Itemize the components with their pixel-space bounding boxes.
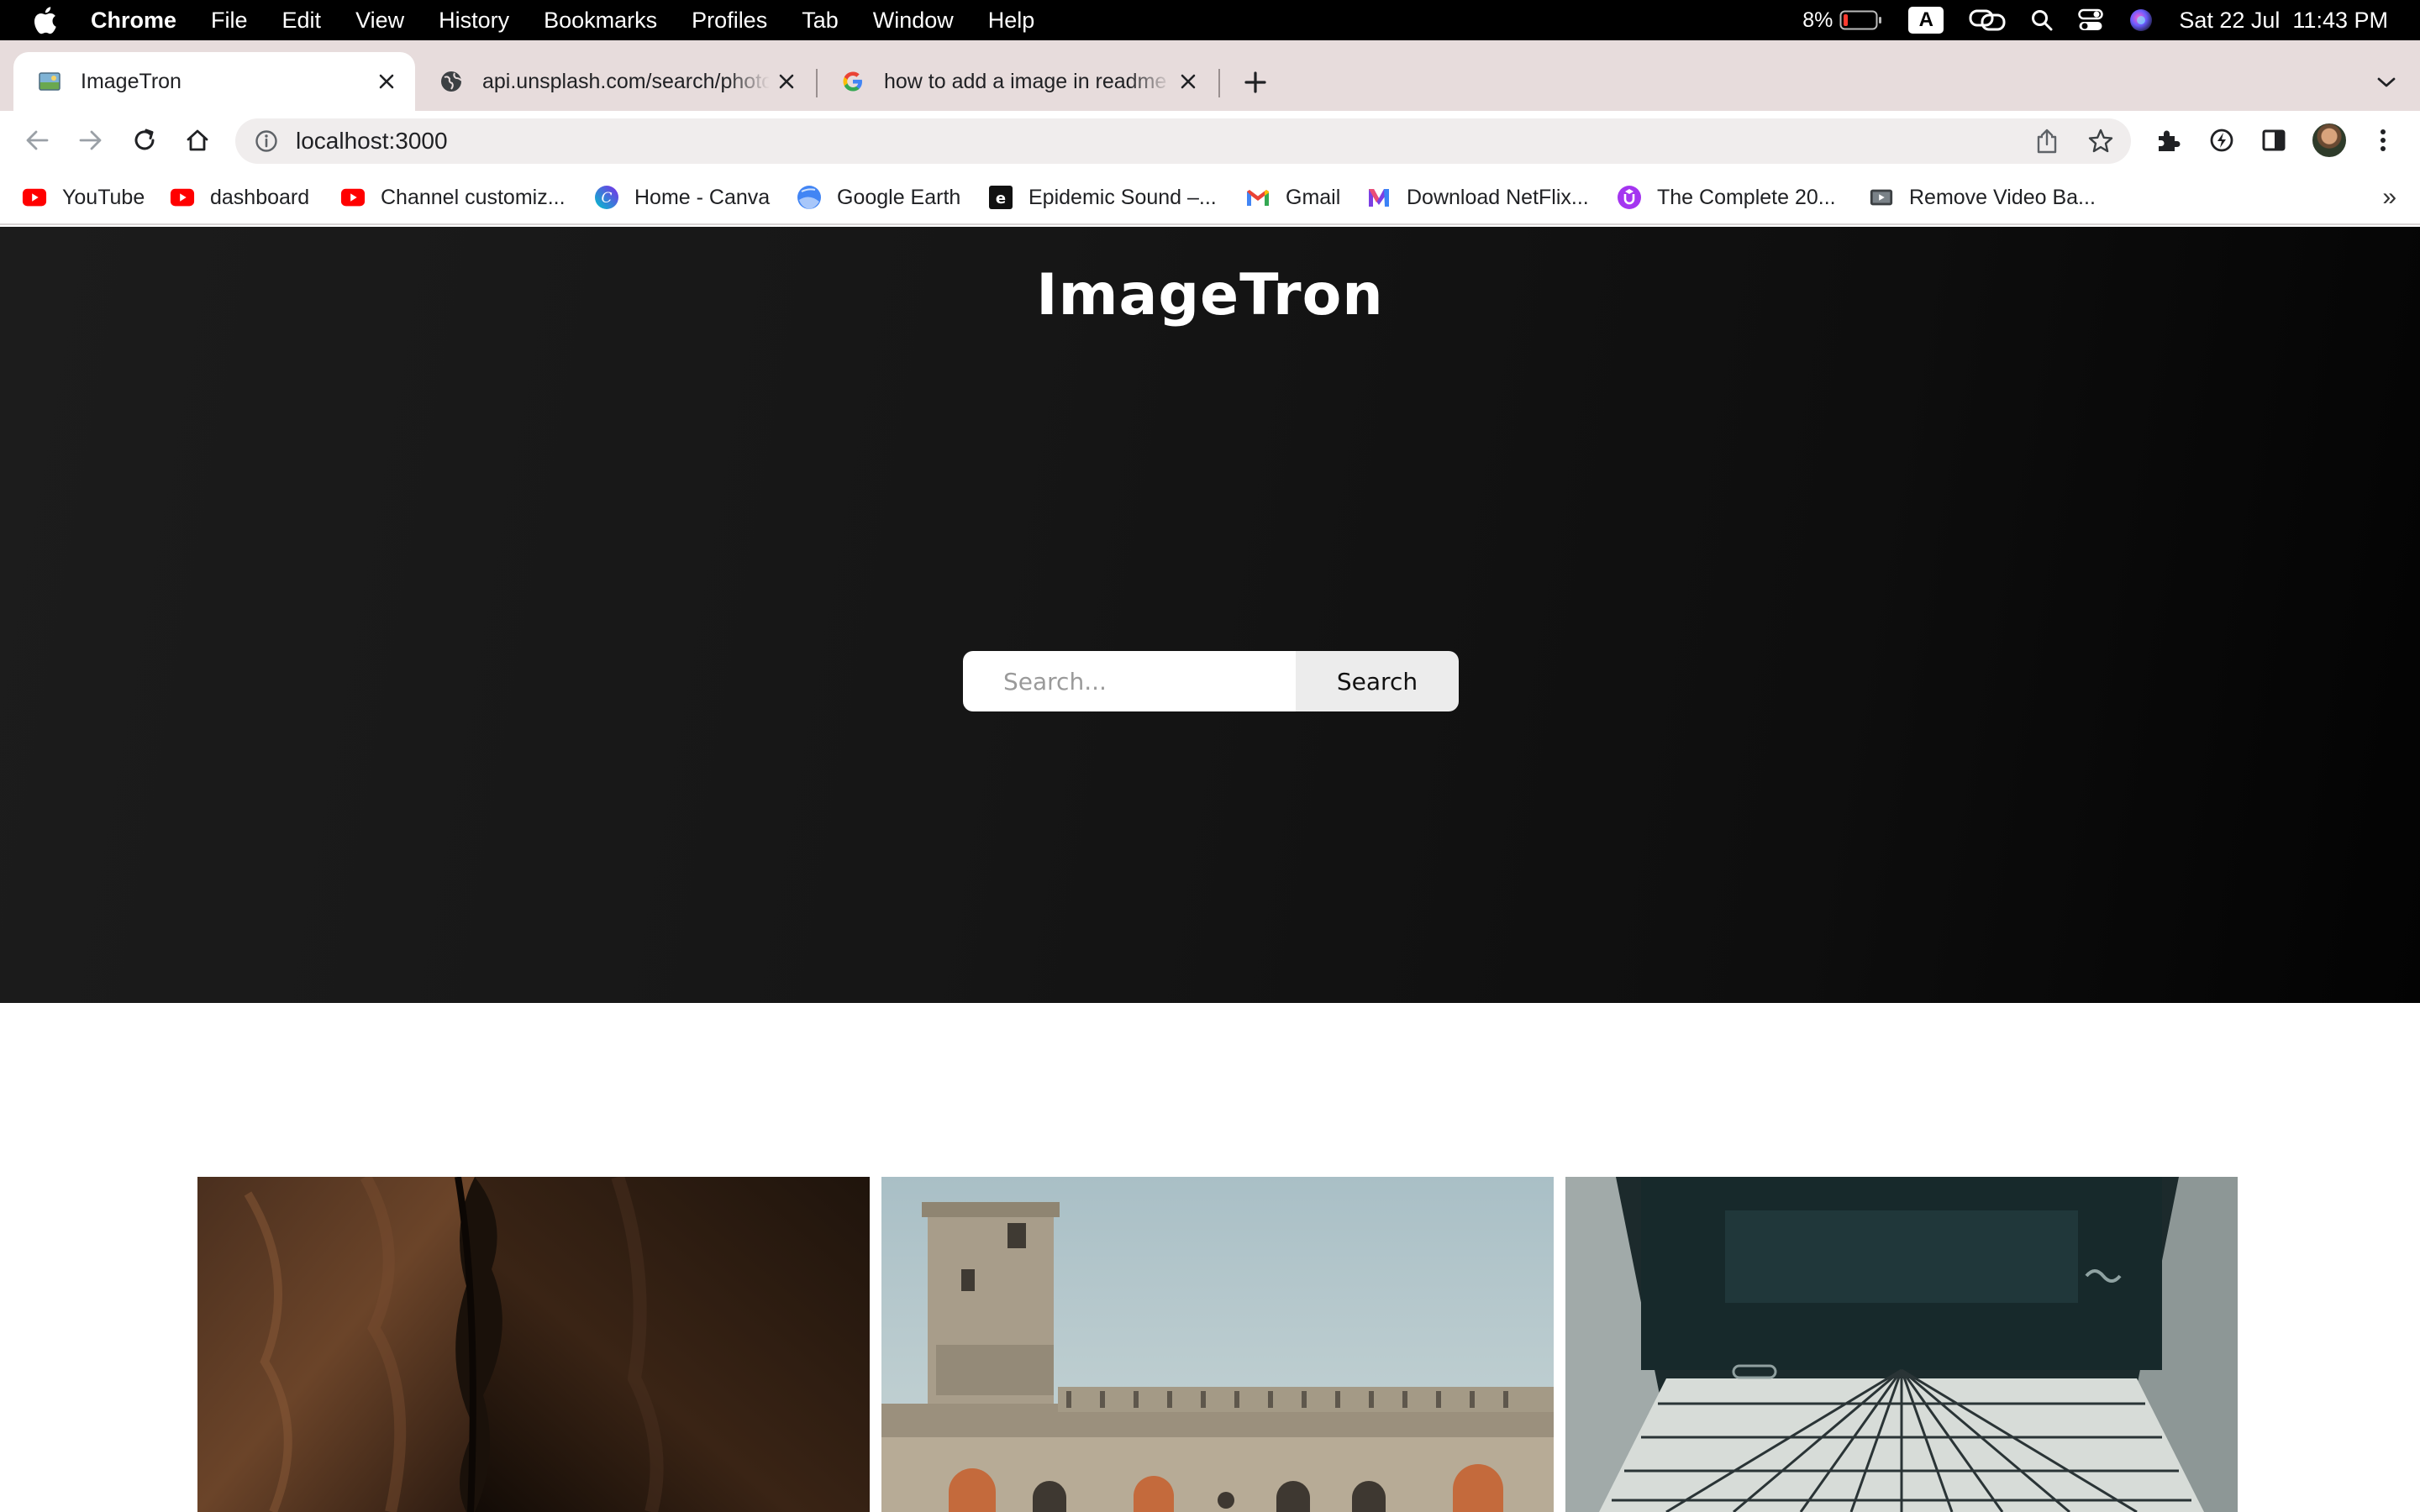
new-tab-plus-icon[interactable] bbox=[1239, 66, 1272, 99]
tab-close-icon[interactable] bbox=[1171, 65, 1205, 98]
side-panel-icon[interactable] bbox=[2257, 123, 2291, 157]
tab-unsplash-api[interactable]: api.unsplash.com/search/photos bbox=[415, 52, 815, 111]
bookmark-star-icon[interactable] bbox=[2086, 126, 2116, 156]
bookmarks-overflow-chevron-icon[interactable]: » bbox=[2382, 183, 2396, 212]
menu-file[interactable]: File bbox=[211, 8, 248, 34]
hero-section: ImageTron Search bbox=[0, 227, 2420, 1003]
share-icon[interactable] bbox=[2032, 126, 2062, 156]
menu-bar-status-area: 8% A Sat 22 Jul 11:43 PM bbox=[1802, 0, 2388, 40]
m-icon bbox=[1366, 185, 1392, 210]
search-form: Search bbox=[963, 651, 1459, 711]
tab-title: how to add a image in readme f bbox=[884, 69, 1171, 93]
bookmark-label: Download NetFlix... bbox=[1407, 185, 1589, 209]
bookmark-youtube[interactable]: YouTube bbox=[22, 183, 145, 212]
site-info-icon[interactable] bbox=[254, 129, 279, 154]
image-gallery bbox=[197, 1177, 2238, 1512]
menu-help[interactable]: Help bbox=[988, 8, 1035, 34]
bookmark-label: Home - Canva bbox=[634, 185, 771, 209]
video-icon bbox=[1869, 185, 1894, 210]
tab-google-search[interactable]: how to add a image in readme f bbox=[817, 52, 1217, 111]
browser-toolbar: localhost:3000 bbox=[0, 111, 2420, 170]
input-source-icon[interactable]: A bbox=[1908, 7, 1944, 34]
battery-percent: 8% bbox=[1802, 8, 1833, 32]
tab-search-chevron-down-icon[interactable] bbox=[2371, 67, 2402, 97]
extensions-puzzle-icon[interactable] bbox=[2151, 123, 2185, 157]
profile-avatar[interactable] bbox=[2311, 122, 2348, 159]
control-center-icon[interactable] bbox=[2078, 8, 2104, 32]
search-input[interactable] bbox=[963, 651, 1296, 711]
address-bar[interactable]: localhost:3000 bbox=[235, 118, 2131, 164]
browser-tab-strip: ImageTron api.unsplash.com/search/photos… bbox=[0, 40, 2420, 111]
bookmark-label: Channel customiz... bbox=[381, 185, 566, 209]
menu-bookmarks[interactable]: Bookmarks bbox=[544, 8, 657, 34]
tab-close-icon[interactable] bbox=[370, 65, 403, 98]
bookmark-epidemic-sound[interactable]: e Epidemic Sound –... bbox=[988, 183, 1217, 212]
forward-arrow-icon[interactable] bbox=[74, 123, 108, 157]
bookmark-label: Remove Video Ba... bbox=[1909, 185, 2096, 209]
menu-view[interactable]: View bbox=[355, 8, 404, 34]
apple-logo-icon[interactable] bbox=[32, 6, 57, 34]
home-icon[interactable] bbox=[181, 123, 214, 157]
imagetron-favicon-icon bbox=[37, 69, 62, 94]
bookmark-canva[interactable]: C Home - Canva bbox=[594, 183, 770, 212]
back-arrow-icon[interactable] bbox=[20, 123, 54, 157]
menu-bar-clock[interactable]: Sat 22 Jul 11:43 PM bbox=[2179, 8, 2388, 34]
youtube-icon bbox=[22, 185, 47, 210]
youtube-icon bbox=[340, 185, 366, 210]
bookmark-label: Google Earth bbox=[837, 185, 961, 209]
google-g-icon bbox=[840, 69, 865, 94]
bookmarks-bar: YouTube dashboard Channel customiz... C … bbox=[0, 170, 2420, 225]
tab-imagetron[interactable]: ImageTron bbox=[13, 52, 415, 111]
screen-mirroring-icon[interactable] bbox=[1969, 8, 2006, 32]
bookmark-label: Gmail bbox=[1286, 185, 1341, 209]
tab-separator bbox=[1218, 69, 1220, 97]
site-brand-title: ImageTron bbox=[1036, 262, 1384, 328]
battery-icon bbox=[1839, 10, 1882, 30]
tab-title: ImageTron bbox=[81, 69, 182, 93]
menu-window[interactable]: Window bbox=[873, 8, 954, 34]
gmail-icon bbox=[1245, 185, 1270, 210]
menu-profiles[interactable]: Profiles bbox=[692, 8, 767, 34]
macos-menu-bar: Chrome File Edit View History Bookmarks … bbox=[0, 0, 2420, 40]
bookmark-label: dashboard bbox=[210, 185, 310, 209]
search-button[interactable]: Search bbox=[1296, 651, 1459, 711]
gallery-image-palace[interactable] bbox=[881, 1177, 1554, 1512]
svg-text:C: C bbox=[601, 190, 612, 207]
gallery-image-glass-roof[interactable] bbox=[1565, 1177, 2238, 1512]
bookmark-label: The Complete 20... bbox=[1657, 185, 1836, 209]
bookmark-channel-customization[interactable]: Channel customiz... bbox=[340, 183, 566, 212]
canva-icon: C bbox=[594, 185, 619, 210]
tab-title: api.unsplash.com/search/photos bbox=[482, 69, 770, 93]
bookmark-label: Epidemic Sound –... bbox=[1028, 185, 1217, 209]
tab-close-icon[interactable] bbox=[770, 65, 803, 98]
menu-edit[interactable]: Edit bbox=[282, 8, 322, 34]
bookmark-label: YouTube bbox=[62, 185, 145, 209]
google-earth-icon bbox=[797, 185, 822, 210]
reload-icon[interactable] bbox=[128, 123, 161, 157]
epidemic-sound-icon: e bbox=[988, 185, 1013, 210]
globe-icon bbox=[439, 69, 464, 94]
bookmark-download-netflix[interactable]: Download NetFlix... bbox=[1366, 183, 1589, 212]
spotlight-search-icon[interactable] bbox=[2031, 9, 2053, 31]
more-menu-icon[interactable] bbox=[2366, 123, 2400, 157]
bookmark-dashboard[interactable]: dashboard bbox=[170, 183, 309, 212]
menu-chrome[interactable]: Chrome bbox=[91, 8, 176, 34]
battery-status[interactable]: 8% bbox=[1802, 8, 1883, 33]
gallery-image-rock-canyon[interactable] bbox=[197, 1177, 870, 1512]
bookmark-remove-video-background[interactable]: Remove Video Ba... bbox=[1869, 183, 2096, 212]
bookmark-google-earth[interactable]: Google Earth bbox=[797, 183, 960, 212]
svg-text:e: e bbox=[996, 190, 1006, 207]
udemy-icon bbox=[1617, 185, 1642, 210]
address-bar-url[interactable]: localhost:3000 bbox=[296, 128, 448, 155]
siri-icon[interactable] bbox=[2128, 8, 2154, 33]
bookmark-the-complete-course[interactable]: The Complete 20... bbox=[1617, 183, 1836, 212]
bookmark-gmail[interactable]: Gmail bbox=[1245, 183, 1340, 212]
performance-bolt-icon[interactable] bbox=[2205, 123, 2238, 157]
menu-tab[interactable]: Tab bbox=[802, 8, 839, 34]
youtube-icon bbox=[170, 185, 195, 210]
menu-history[interactable]: History bbox=[439, 8, 509, 34]
